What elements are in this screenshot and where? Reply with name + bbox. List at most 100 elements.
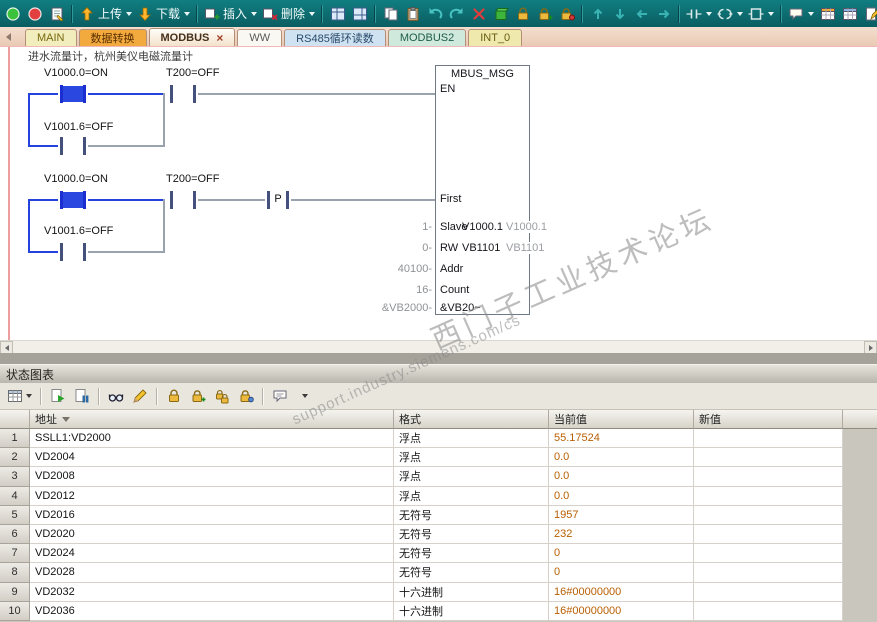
cell-new-value[interactable] [694, 601, 843, 621]
contact-v1001-6[interactable] [58, 243, 88, 261]
wire-left-button[interactable] [631, 3, 652, 25]
cell-new-value[interactable] [694, 544, 843, 564]
cell-format[interactable]: 浮点 [394, 467, 549, 487]
chart-select-dropdown[interactable] [4, 386, 35, 407]
cell-format[interactable]: 十六进制 [394, 582, 549, 602]
unforce-button[interactable] [187, 386, 209, 407]
tab-scroll-left-button[interactable] [2, 28, 15, 46]
force-button[interactable] [163, 386, 185, 407]
cell-current-value[interactable]: 232 [549, 524, 694, 545]
tab-close-icon[interactable]: × [216, 32, 223, 44]
force-button[interactable] [512, 3, 533, 25]
row-number[interactable]: 3 [0, 467, 30, 487]
cell-new-value[interactable] [694, 429, 843, 449]
ladder-editor[interactable]: 进水流量计，杭州美仪电磁流量计 V1000.0=ON T200=OFF V100… [0, 46, 877, 340]
editor-hscrollbar[interactable] [0, 340, 877, 354]
tab-main[interactable]: MAIN [25, 29, 77, 46]
operand-done[interactable]: V1000.1 [462, 221, 503, 233]
cell-new-value[interactable] [694, 505, 843, 525]
mbus-msg-block[interactable] [435, 65, 530, 315]
cell-format[interactable]: 浮点 [394, 486, 549, 506]
tab-int0[interactable]: INT_0 [468, 29, 523, 46]
read-once-button[interactable] [105, 386, 127, 407]
cell-address[interactable]: VD2032 [30, 582, 394, 602]
redo-button[interactable] [446, 3, 467, 25]
wire-right-button[interactable] [653, 3, 674, 25]
tab-data-convert[interactable]: 数据转换 [78, 29, 147, 46]
copy-button[interactable] [380, 3, 401, 25]
more-options-button[interactable] [293, 386, 315, 407]
cell-current-value[interactable]: 55.17524 [549, 429, 694, 449]
comment-bubble-button[interactable] [269, 386, 291, 407]
edit-sheet-button[interactable] [861, 3, 877, 25]
row-number[interactable]: 1 [0, 429, 30, 449]
contact-v1001-6[interactable] [58, 137, 88, 155]
cell-format[interactable]: 无符号 [394, 563, 549, 583]
cell-address[interactable]: VD2028 [30, 563, 394, 583]
operand-label-v1000-0[interactable]: V1000.0=ON [44, 67, 108, 79]
header-new-value[interactable]: 新值 [694, 410, 843, 429]
wire-up-button[interactable] [587, 3, 608, 25]
coil-button[interactable] [715, 3, 745, 25]
tab-rs485-loop-read[interactable]: RS485循环读数 [284, 29, 386, 46]
cell-format[interactable]: 无符号 [394, 524, 549, 545]
cell-new-value[interactable] [694, 582, 843, 602]
stop-button[interactable] [24, 3, 45, 25]
tab-modbus2[interactable]: MODBUS2 [387, 29, 467, 46]
contact-v1000-0[interactable] [58, 85, 88, 103]
cell-address[interactable]: SSLL1:VD2000 [30, 429, 394, 449]
symbol-table-button[interactable] [349, 3, 370, 25]
header-row-number[interactable] [0, 410, 30, 429]
paste-button[interactable] [402, 3, 423, 25]
cell-address[interactable]: VD2012 [30, 486, 394, 506]
row-number[interactable]: 9 [0, 582, 30, 602]
cell-new-value[interactable] [694, 448, 843, 468]
cell-address[interactable]: VD2008 [30, 467, 394, 487]
cell-current-value[interactable]: 0.0 [549, 486, 694, 506]
edge-contact-p[interactable]: P [265, 191, 291, 209]
project-tree-button[interactable] [327, 3, 348, 25]
save-button[interactable] [46, 3, 67, 25]
trend-pause-button[interactable] [71, 386, 93, 407]
operand-label-t200[interactable]: T200=OFF [166, 173, 220, 185]
header-format[interactable]: 格式 [394, 410, 549, 429]
contact-v1000-0[interactable] [58, 191, 88, 209]
cell-format[interactable]: 无符号 [394, 544, 549, 564]
cell-address[interactable]: VD2004 [30, 448, 394, 468]
tab-ww[interactable]: WW [237, 29, 283, 46]
cell-format[interactable]: 浮点 [394, 448, 549, 468]
cell-current-value[interactable]: 0.0 [549, 467, 694, 487]
header-address[interactable]: 地址 [30, 410, 394, 429]
wire-down-button[interactable] [609, 3, 630, 25]
cell-address[interactable]: VD2020 [30, 524, 394, 545]
row-number[interactable]: 8 [0, 563, 30, 583]
operand-dataptr[interactable]: &VB20~ [440, 302, 481, 314]
cancel-button[interactable] [468, 3, 489, 25]
cell-new-value[interactable] [694, 524, 843, 545]
cell-current-value[interactable]: 0.0 [549, 448, 694, 468]
cell-current-value[interactable]: 16#00000000 [549, 601, 694, 621]
row-number[interactable]: 10 [0, 601, 30, 621]
run-button[interactable] [2, 3, 23, 25]
upload-button[interactable]: 上传 [77, 3, 134, 25]
compile-button[interactable] [490, 3, 511, 25]
download-button[interactable]: 下载 [135, 3, 192, 25]
contact-button[interactable] [684, 3, 714, 25]
box-button[interactable] [746, 3, 776, 25]
operand-label-t200[interactable]: T200=OFF [166, 67, 220, 79]
cell-format[interactable]: 十六进制 [394, 601, 549, 621]
cell-current-value[interactable]: 0 [549, 544, 694, 564]
cell-address[interactable]: VD2024 [30, 544, 394, 564]
cell-format[interactable]: 无符号 [394, 505, 549, 525]
read-forced-button[interactable] [235, 386, 257, 407]
undo-button[interactable] [424, 3, 445, 25]
row-number[interactable]: 5 [0, 505, 30, 525]
row-number[interactable]: 7 [0, 544, 30, 564]
cell-new-value[interactable] [694, 563, 843, 583]
cell-current-value[interactable]: 1957 [549, 505, 694, 525]
operand-label-v1000-0[interactable]: V1000.0=ON [44, 173, 108, 185]
trend-view-button[interactable] [47, 386, 69, 407]
cell-new-value[interactable] [694, 486, 843, 506]
operand-error[interactable]: VB1101 [462, 242, 500, 254]
cell-current-value[interactable]: 16#00000000 [549, 582, 694, 602]
